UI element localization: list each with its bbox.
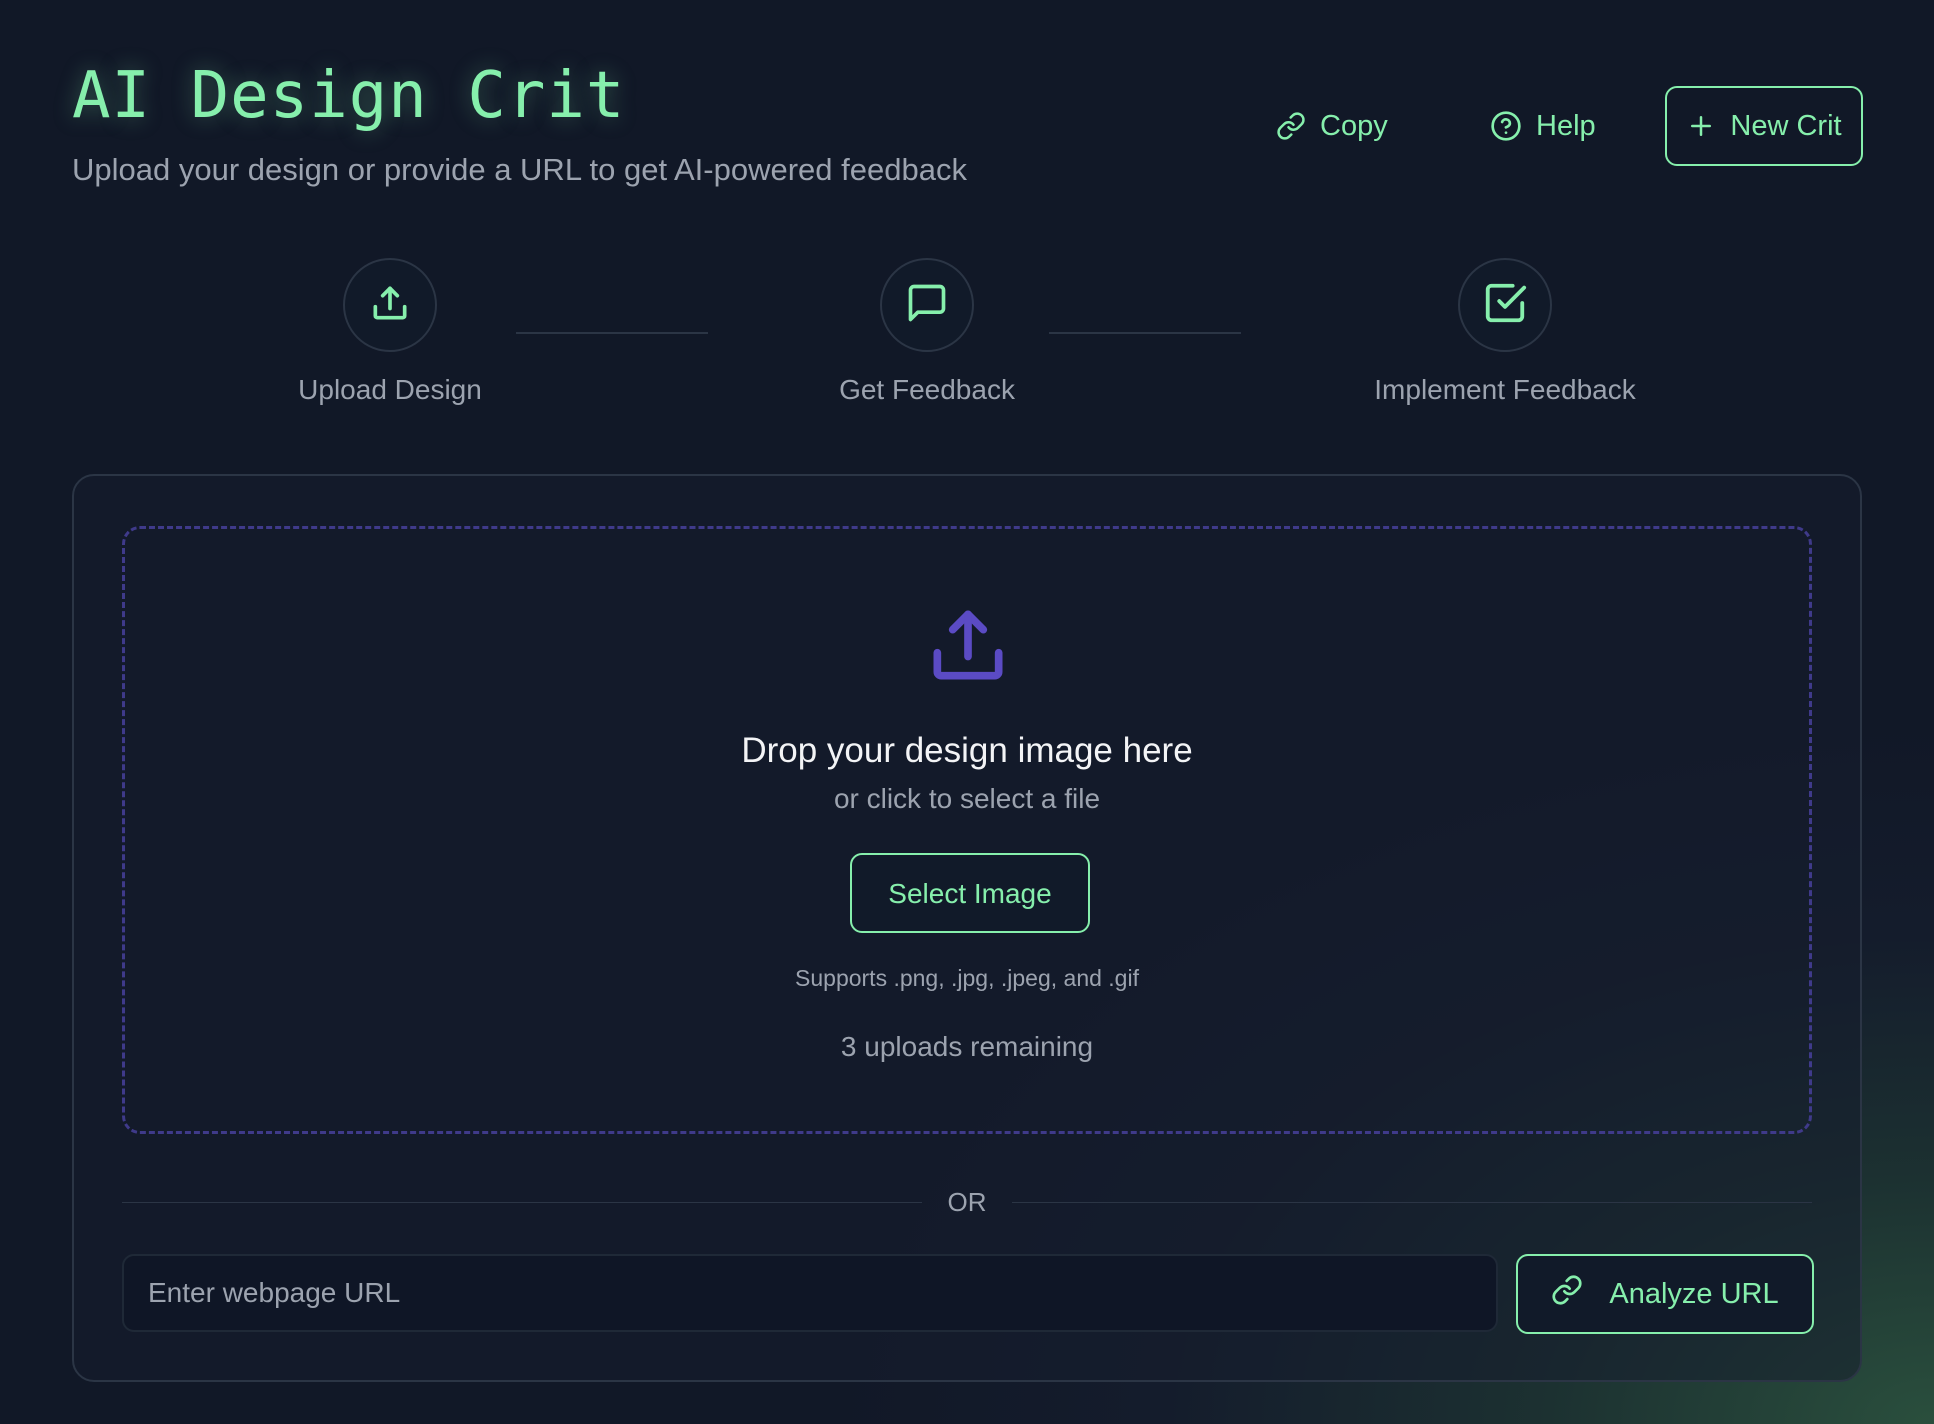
app-subtitle: Upload your design or provide a URL to g… bbox=[72, 152, 967, 187]
step-label: Get Feedback bbox=[839, 374, 1015, 405]
upload-card: Drop your design image here or click to … bbox=[72, 474, 1862, 1382]
upload-icon bbox=[368, 281, 412, 330]
dropzone-subtitle: or click to select a file bbox=[833, 783, 1101, 814]
dropzone-title: Drop your design image here bbox=[741, 731, 1193, 770]
link-icon bbox=[1276, 111, 1306, 141]
help-circle-icon bbox=[1490, 110, 1522, 142]
step-implement-feedback: Implement Feedback bbox=[1305, 258, 1705, 408]
analyze-url-button[interactable]: Analyze URL bbox=[1516, 1254, 1814, 1334]
step-icon-circle bbox=[880, 258, 974, 352]
step-icon-circle bbox=[343, 258, 437, 352]
copy-label: Copy bbox=[1320, 109, 1388, 142]
app-title: AI Design Crit bbox=[72, 59, 626, 133]
new-crit-button[interactable]: New Crit bbox=[1665, 86, 1863, 166]
select-image-button[interactable]: Select Image bbox=[850, 853, 1090, 933]
copy-link-button[interactable]: Copy bbox=[1276, 88, 1388, 164]
step-label: Implement Feedback bbox=[1374, 374, 1636, 405]
check-square-icon bbox=[1482, 280, 1528, 331]
help-label: Help bbox=[1536, 109, 1596, 142]
or-divider: OR bbox=[122, 1184, 1812, 1220]
uploads-remaining: 3 uploads remaining bbox=[840, 1031, 1094, 1062]
upload-icon bbox=[922, 599, 1014, 696]
step-connector bbox=[516, 332, 708, 334]
step-connector bbox=[1049, 332, 1241, 334]
message-square-icon bbox=[905, 281, 949, 330]
supported-formats: Supports .png, .jpg, .jpeg, and .gif bbox=[795, 965, 1139, 991]
plus-icon bbox=[1686, 111, 1716, 141]
analyze-url-label: Analyze URL bbox=[1609, 1277, 1779, 1310]
step-icon-circle bbox=[1458, 258, 1552, 352]
step-label: Upload Design bbox=[298, 374, 482, 405]
image-dropzone[interactable]: Drop your design image here or click to … bbox=[122, 526, 1812, 1134]
or-label: OR bbox=[947, 1187, 987, 1217]
link-icon bbox=[1551, 1274, 1583, 1314]
url-input[interactable] bbox=[122, 1254, 1498, 1332]
help-button[interactable]: Help bbox=[1490, 88, 1596, 164]
new-crit-label: New Crit bbox=[1730, 109, 1842, 142]
